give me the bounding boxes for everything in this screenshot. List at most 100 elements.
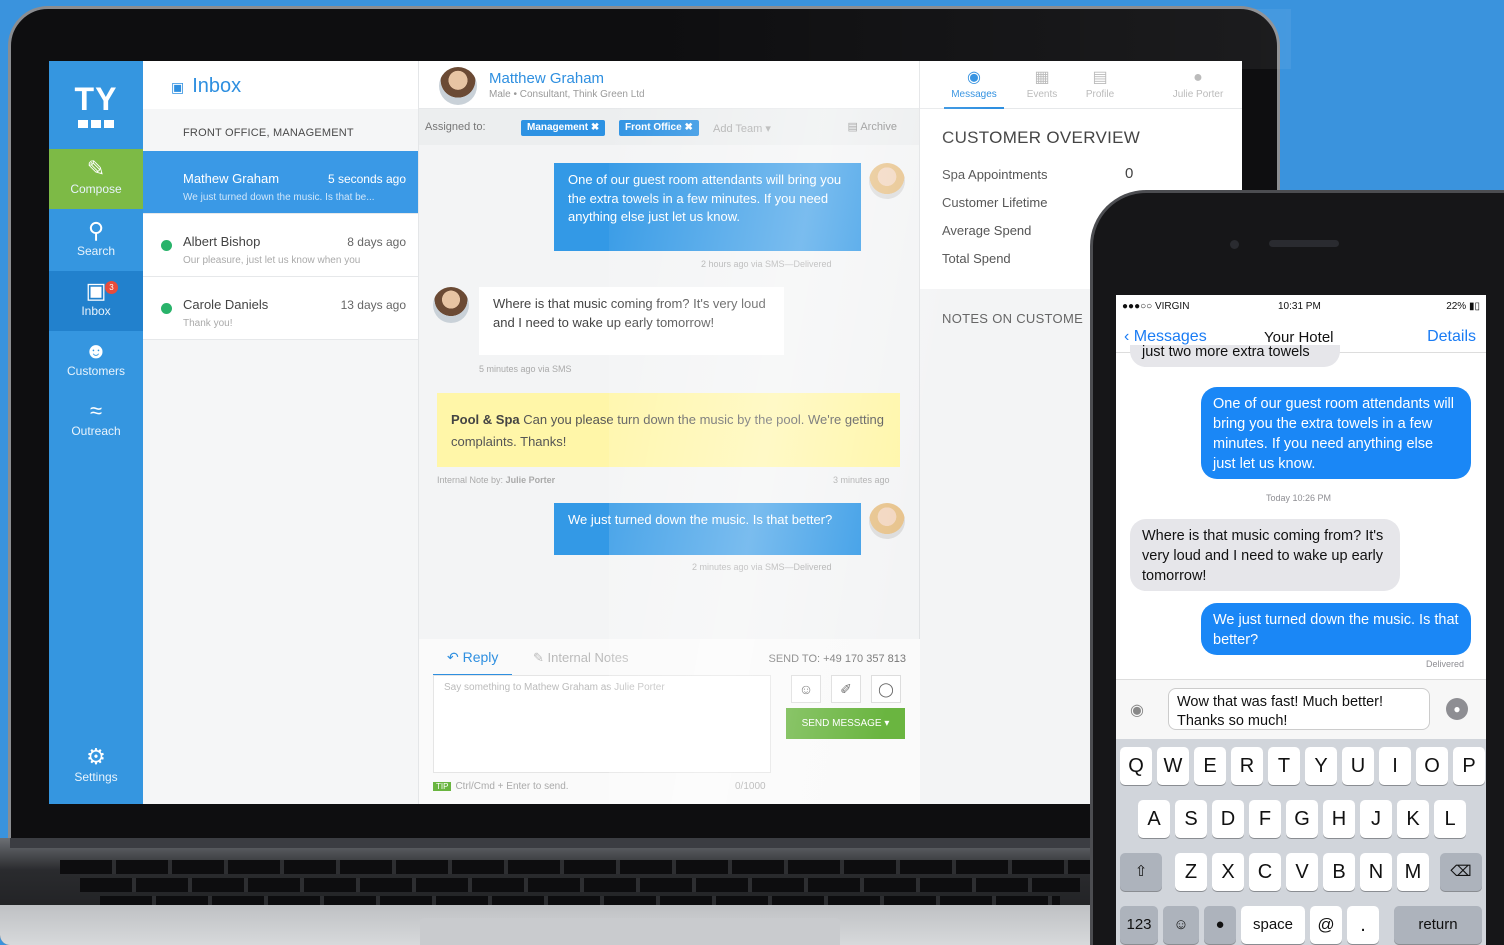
message-outgoing: We just turned down the music. Is that b… [1201, 603, 1471, 655]
archive-icon: ▤ [847, 121, 861, 133]
chat-bubble-icon[interactable]: ◯ [871, 675, 901, 703]
message-input[interactable]: Wow that was fast! Much better! Thanks s… [1168, 688, 1430, 730]
trackpad [420, 918, 840, 945]
key[interactable]: . [1347, 906, 1379, 944]
inbox-group-label: FRONT OFFICE, MANAGEMENT [183, 127, 354, 139]
key[interactable]: A [1138, 800, 1170, 838]
key[interactable]: L [1434, 800, 1466, 838]
emoji-key[interactable]: ☺ [1163, 906, 1199, 944]
camera-icon[interactable]: ◉ [1130, 700, 1144, 720]
nav-outreach[interactable]: ≈ Outreach [49, 391, 143, 451]
conversation-item[interactable]: Albert Bishop 8 days ago Our pleasure, j… [143, 214, 418, 277]
message-outgoing: We just turned down the music. Is that b… [554, 503, 861, 555]
send-message-button[interactable]: SEND MESSAGE ▾ [786, 708, 905, 739]
message-outgoing: One of our guest room attendants will br… [1201, 387, 1471, 479]
battery-icon: ▮▯ [1468, 301, 1480, 312]
tag-management[interactable]: Management ✖ [521, 120, 606, 136]
key[interactable]: U [1342, 747, 1374, 785]
overview-row-label: Spa Appointments [942, 167, 1048, 182]
phone-speaker [1269, 240, 1339, 247]
key[interactable]: R [1231, 747, 1263, 785]
nav-settings[interactable]: ⚙ Settings [49, 737, 143, 797]
nav-customers[interactable]: ☻ Customers [49, 331, 143, 391]
key[interactable]: V [1286, 853, 1318, 891]
key[interactable]: N [1360, 853, 1392, 891]
conversation-item[interactable]: Carole Daniels 13 days ago Thank you! [143, 277, 418, 340]
main-nav: TY ✎ Compose ⚲ Search ▣ 3 Inbox ☻ Custom… [49, 61, 143, 804]
key[interactable]: D [1212, 800, 1244, 838]
chat-panel: Matthew Graham Male • Consultant, Think … [419, 61, 920, 804]
key[interactable]: S [1175, 800, 1207, 838]
message-outgoing: One of our guest room attendants will br… [554, 163, 861, 251]
tab-events[interactable]: ▦ Events [1012, 67, 1072, 100]
message-input-bar: ◉ Wow that was fast! Much better! Thanks… [1116, 679, 1486, 739]
nav-inbox[interactable]: ▣ 3 Inbox [49, 271, 143, 331]
wifi-icon: ≈ [89, 398, 103, 423]
key[interactable]: Y [1305, 747, 1337, 785]
agent-avatar [869, 163, 905, 199]
archive-button[interactable]: ▤ Archive [847, 120, 897, 133]
tab-profile[interactable]: ▤ Profile [1070, 67, 1130, 100]
details-button[interactable]: Details [1427, 328, 1476, 346]
contact-name[interactable]: Matthew Graham [489, 70, 604, 87]
shift-key[interactable]: ⇧ [1120, 853, 1162, 891]
key[interactable]: I [1379, 747, 1411, 785]
internal-note: Pool & Spa Can you please turn down the … [437, 393, 900, 467]
online-dot [161, 303, 172, 314]
key[interactable]: W [1157, 747, 1189, 785]
conversation-item[interactable]: Mathew Graham 5 seconds ago We just turn… [143, 151, 418, 214]
phone-camera [1230, 240, 1239, 249]
key[interactable]: @ [1310, 906, 1342, 944]
reply-box: ↶ Reply ✎ Internal Notes SEND TO: +49 17… [419, 639, 920, 804]
status-bar: ●●●○○ VIRGIN 10:31 PM 22% ▮▯ [1122, 301, 1480, 312]
chevron-left-icon: ‹ [1124, 328, 1134, 345]
add-team-dropdown[interactable]: Add Team ▾ [713, 122, 771, 135]
numbers-key[interactable]: 123 [1120, 906, 1158, 944]
attach-icon[interactable]: ✐ [831, 675, 861, 703]
nav-search[interactable]: ⚲ Search [49, 211, 143, 271]
key[interactable]: E [1194, 747, 1226, 785]
microphone-icon: ● [1215, 916, 1225, 933]
key[interactable]: B [1323, 853, 1355, 891]
dictation-key[interactable]: ● [1204, 906, 1236, 944]
keyboard: Q W E R T Y U I O P A S D F G H J K L ⇧ … [1116, 739, 1486, 945]
key[interactable]: K [1397, 800, 1429, 838]
key[interactable]: Z [1175, 853, 1207, 891]
key[interactable]: J [1360, 800, 1392, 838]
overview-row-value: 0 [1125, 165, 1134, 182]
tag-front-office[interactable]: Front Office ✖ [619, 120, 699, 136]
notes-title: NOTES ON CUSTOME [942, 311, 1084, 326]
contact-avatar[interactable] [439, 67, 477, 105]
nav-compose[interactable]: ✎ Compose [49, 149, 143, 209]
key[interactable]: X [1212, 853, 1244, 891]
key[interactable]: O [1416, 747, 1448, 785]
tab-internal-notes[interactable]: ✎ Internal Notes [533, 650, 628, 666]
key[interactable]: F [1249, 800, 1281, 838]
online-dot [161, 240, 172, 251]
key[interactable]: P [1453, 747, 1485, 785]
send-tip: TIP Ctrl/Cmd + Enter to send. [433, 781, 569, 792]
overview-title: CUSTOMER OVERVIEW [942, 128, 1141, 147]
key[interactable]: M [1397, 853, 1429, 891]
key[interactable]: Q [1120, 747, 1152, 785]
key[interactable]: G [1286, 800, 1318, 838]
tab-user[interactable]: ● Julie Porter [1168, 67, 1228, 100]
space-key[interactable]: space [1241, 906, 1305, 944]
inbox-icon: ▣ [171, 79, 185, 95]
return-key[interactable]: return [1394, 906, 1482, 944]
backspace-key[interactable]: ⌫ [1440, 853, 1482, 891]
logo: TY [49, 61, 143, 149]
message-meta: 2 hours ago via SMS—Delivered [701, 259, 832, 269]
key[interactable]: H [1323, 800, 1355, 838]
key[interactable]: T [1268, 747, 1300, 785]
microphone-icon[interactable]: ● [1446, 698, 1468, 720]
reply-input[interactable]: Say something to Mathew Graham as Julie … [433, 675, 771, 773]
message-meta: 5 minutes ago via SMS [479, 364, 572, 374]
emoji-icon: ☺ [1173, 916, 1189, 933]
back-button[interactable]: ‹ Messages [1124, 328, 1207, 346]
key[interactable]: C [1249, 853, 1281, 891]
tab-reply[interactable]: ↶ Reply [432, 649, 513, 676]
tab-messages[interactable]: ◉ Messages [944, 67, 1004, 109]
backspace-icon: ⌫ [1450, 863, 1472, 880]
emoji-icon[interactable]: ☺ [791, 675, 821, 703]
